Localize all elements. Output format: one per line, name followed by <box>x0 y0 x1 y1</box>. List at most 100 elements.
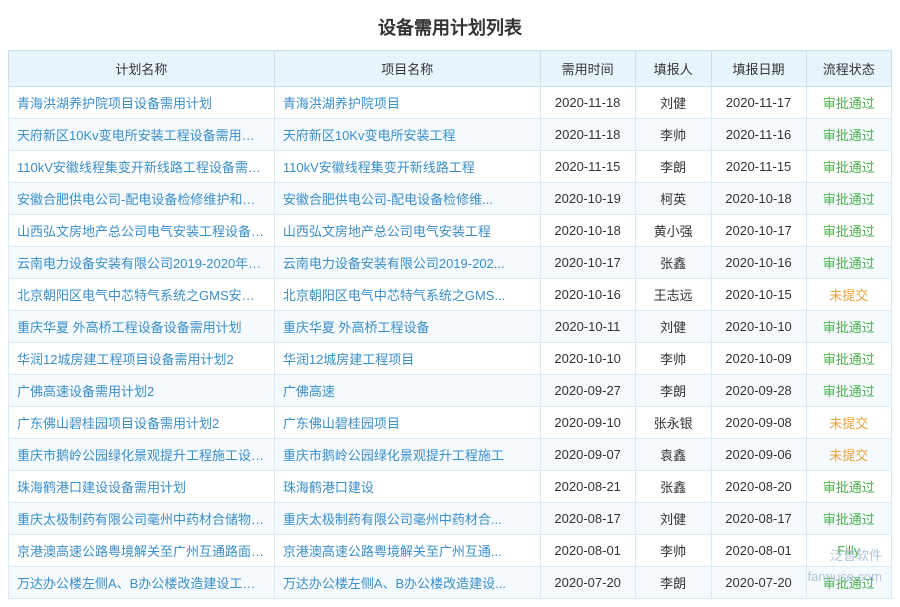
project-name-cell[interactable]: 广佛高速 <box>274 375 540 407</box>
table-row: 云南电力设备安装有限公司2019-2020年度芳...云南电力设备安装有限公司2… <box>9 247 892 279</box>
need-date-cell: 2020-11-18 <box>540 87 635 119</box>
table-row: 110kV安徽线程集变开新线路工程设备需用计划110kV安徽线程集变开新线路工程… <box>9 151 892 183</box>
plan-name-cell[interactable]: 华润12城房建工程项目设备需用计划2 <box>9 343 275 375</box>
need-date-cell: 2020-11-18 <box>540 119 635 151</box>
project-name-cell[interactable]: 广东佛山碧桂园项目 <box>274 407 540 439</box>
col-header-fill-date: 填报日期 <box>711 51 806 87</box>
table-row: 北京朝阳区电气中芯特气系统之GMS安装设备...北京朝阳区电气中芯特气系统之GM… <box>9 279 892 311</box>
need-date-cell: 2020-09-27 <box>540 375 635 407</box>
status-badge: 审批通过 <box>806 471 892 503</box>
project-name-cell[interactable]: 重庆太极制药有限公司毫州中药材合... <box>274 503 540 535</box>
fill-date-cell: 2020-09-28 <box>711 375 806 407</box>
project-name-cell[interactable]: 万达办公楼左侧A、B办公楼改造建设... <box>274 567 540 599</box>
status-badge: 审批通过 <box>806 151 892 183</box>
person-cell: 刘健 <box>635 311 711 343</box>
col-header-status: 流程状态 <box>806 51 892 87</box>
page-title: 设备需用计划列表 <box>0 0 900 50</box>
plan-name-cell[interactable]: 北京朝阳区电气中芯特气系统之GMS安装设备... <box>9 279 275 311</box>
table-row: 广东佛山碧桂园项目设备需用计划2广东佛山碧桂园项目2020-09-10张永银20… <box>9 407 892 439</box>
plan-name-cell[interactable]: 京港澳高速公路粤境解关至广州互通路面改造... <box>9 535 275 567</box>
need-date-cell: 2020-08-01 <box>540 535 635 567</box>
fill-date-cell: 2020-10-10 <box>711 311 806 343</box>
person-cell: 李帅 <box>635 343 711 375</box>
need-date-cell: 2020-09-10 <box>540 407 635 439</box>
person-cell: 李帅 <box>635 119 711 151</box>
plan-name-cell[interactable]: 重庆华夏 外高桥工程设备设备需用计划 <box>9 311 275 343</box>
person-cell: 张永银 <box>635 407 711 439</box>
plan-name-cell[interactable]: 安徽合肥供电公司-配电设备检修维护和改造... <box>9 183 275 215</box>
status-badge: 审批通过 <box>806 119 892 151</box>
plan-name-cell[interactable]: 广佛高速设备需用计划2 <box>9 375 275 407</box>
person-cell: 柯英 <box>635 183 711 215</box>
plan-name-cell[interactable]: 110kV安徽线程集变开新线路工程设备需用计划 <box>9 151 275 183</box>
project-name-cell[interactable]: 天府新区10Kv变电所安装工程 <box>274 119 540 151</box>
person-cell: 袁鑫 <box>635 439 711 471</box>
person-cell: 刘健 <box>635 503 711 535</box>
fill-date-cell: 2020-11-15 <box>711 151 806 183</box>
plan-name-cell[interactable]: 重庆市鹅岭公园绿化景观提升工程施工设备需... <box>9 439 275 471</box>
plan-name-cell[interactable]: 万达办公楼左侧A、B办公楼改造建设工程设备... <box>9 567 275 599</box>
table-row: 天府新区10Kv变电所安装工程设备需用计划天府新区10Kv变电所安装工程2020… <box>9 119 892 151</box>
project-name-cell[interactable]: 110kV安徽线程集变开新线路工程 <box>274 151 540 183</box>
table-row: 青海洪湖养护院项目设备需用计划青海洪湖养护院项目2020-11-18刘健2020… <box>9 87 892 119</box>
watermark: 泛普软件 fanpuse.com <box>808 546 882 588</box>
need-date-cell: 2020-10-10 <box>540 343 635 375</box>
fill-date-cell: 2020-10-16 <box>711 247 806 279</box>
project-name-cell[interactable]: 重庆华夏 外高桥工程设备 <box>274 311 540 343</box>
plan-name-cell[interactable]: 青海洪湖养护院项目设备需用计划 <box>9 87 275 119</box>
project-name-cell[interactable]: 青海洪湖养护院项目 <box>274 87 540 119</box>
status-badge: 审批通过 <box>806 343 892 375</box>
status-badge: 审批通过 <box>806 311 892 343</box>
need-date-cell: 2020-07-20 <box>540 567 635 599</box>
need-date-cell: 2020-09-07 <box>540 439 635 471</box>
need-date-cell: 2020-10-17 <box>540 247 635 279</box>
table-row: 重庆市鹅岭公园绿化景观提升工程施工设备需...重庆市鹅岭公园绿化景观提升工程施工… <box>9 439 892 471</box>
status-badge: 审批通过 <box>806 375 892 407</box>
status-badge: 审批通过 <box>806 87 892 119</box>
project-name-cell[interactable]: 山西弘文房地产总公司电气安装工程 <box>274 215 540 247</box>
fill-date-cell: 2020-11-16 <box>711 119 806 151</box>
table-row: 安徽合肥供电公司-配电设备检修维护和改造...安徽合肥供电公司-配电设备检修维.… <box>9 183 892 215</box>
table-row: 重庆太极制药有限公司毫州中药材合储物流基...重庆太极制药有限公司毫州中药材合.… <box>9 503 892 535</box>
fill-date-cell: 2020-08-20 <box>711 471 806 503</box>
project-name-cell[interactable]: 珠海鹤港口建设 <box>274 471 540 503</box>
fill-date-cell: 2020-08-01 <box>711 535 806 567</box>
person-cell: 刘健 <box>635 87 711 119</box>
fill-date-cell: 2020-10-09 <box>711 343 806 375</box>
fill-date-cell: 2020-07-20 <box>711 567 806 599</box>
status-badge: 审批通过 <box>806 215 892 247</box>
status-badge: 审批通过 <box>806 183 892 215</box>
table-row: 京港澳高速公路粤境解关至广州互通路面改造...京港澳高速公路粤境解关至广州互通.… <box>9 535 892 567</box>
plan-name-cell[interactable]: 云南电力设备安装有限公司2019-2020年度芳... <box>9 247 275 279</box>
status-badge: 未提交 <box>806 407 892 439</box>
plan-name-cell[interactable]: 广东佛山碧桂园项目设备需用计划2 <box>9 407 275 439</box>
person-cell: 张鑫 <box>635 247 711 279</box>
plan-name-cell[interactable]: 珠海鹤港口建设设备需用计划 <box>9 471 275 503</box>
table-row: 广佛高速设备需用计划2广佛高速2020-09-27李朗2020-09-28审批通… <box>9 375 892 407</box>
need-date-cell: 2020-08-21 <box>540 471 635 503</box>
need-date-cell: 2020-10-18 <box>540 215 635 247</box>
data-table: 计划名称 项目名称 需用时间 填报人 填报日期 流程状态 青海洪湖养护院项目设备… <box>8 50 892 599</box>
project-name-cell[interactable]: 安徽合肥供电公司-配电设备检修维... <box>274 183 540 215</box>
project-name-cell[interactable]: 重庆市鹅岭公园绿化景观提升工程施工 <box>274 439 540 471</box>
project-name-cell[interactable]: 云南电力设备安装有限公司2019-202... <box>274 247 540 279</box>
fill-date-cell: 2020-10-15 <box>711 279 806 311</box>
status-badge: 审批通过 <box>806 247 892 279</box>
fill-date-cell: 2020-10-17 <box>711 215 806 247</box>
fill-date-cell: 2020-10-18 <box>711 183 806 215</box>
person-cell: 李帅 <box>635 535 711 567</box>
project-name-cell[interactable]: 华润12城房建工程项目 <box>274 343 540 375</box>
table-row: 珠海鹤港口建设设备需用计划珠海鹤港口建设2020-08-21张鑫2020-08-… <box>9 471 892 503</box>
col-header-need-date: 需用时间 <box>540 51 635 87</box>
table-header-row: 计划名称 项目名称 需用时间 填报人 填报日期 流程状态 <box>9 51 892 87</box>
plan-name-cell[interactable]: 天府新区10Kv变电所安装工程设备需用计划 <box>9 119 275 151</box>
plan-name-cell[interactable]: 山西弘文房地产总公司电气安装工程设备需用... <box>9 215 275 247</box>
project-name-cell[interactable]: 北京朝阳区电气中芯特气系统之GMS... <box>274 279 540 311</box>
col-header-plan: 计划名称 <box>9 51 275 87</box>
fill-date-cell: 2020-09-08 <box>711 407 806 439</box>
project-name-cell[interactable]: 京港澳高速公路粤境解关至广州互通... <box>274 535 540 567</box>
plan-name-cell[interactable]: 重庆太极制药有限公司毫州中药材合储物流基... <box>9 503 275 535</box>
need-date-cell: 2020-10-11 <box>540 311 635 343</box>
table-row: 重庆华夏 外高桥工程设备设备需用计划重庆华夏 外高桥工程设备2020-10-11… <box>9 311 892 343</box>
person-cell: 李朗 <box>635 375 711 407</box>
